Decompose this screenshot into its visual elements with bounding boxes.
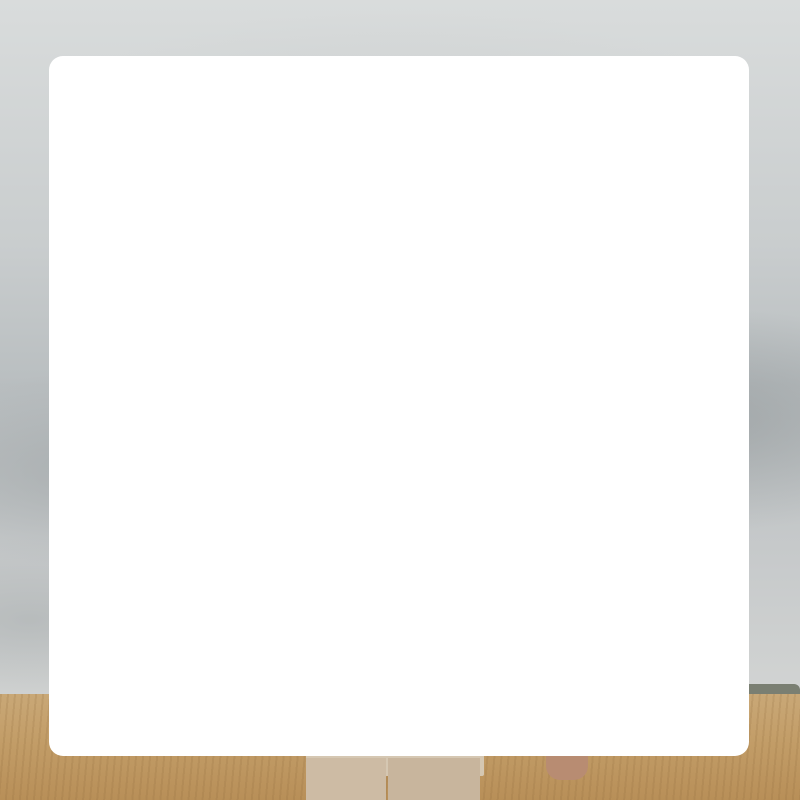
person-hand <box>546 752 588 780</box>
screen <box>0 0 800 800</box>
person-leg-left <box>306 758 386 800</box>
person-leg-right <box>388 758 480 800</box>
content-card <box>49 56 749 756</box>
